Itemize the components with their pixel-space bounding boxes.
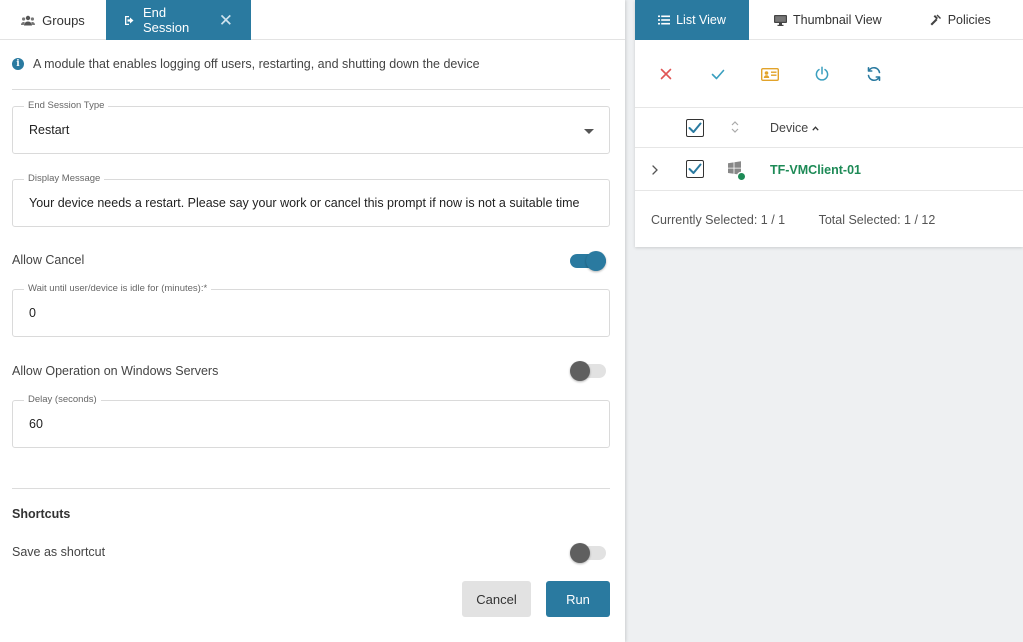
divider [12,89,610,90]
allow-cancel-toggle[interactable] [570,251,606,271]
tab-end-session-label: End Session [143,5,190,35]
refresh-icon[interactable] [864,65,884,83]
table-row[interactable]: TF-VMClient-01 [635,148,1023,191]
list-icon [658,15,671,25]
toggle-knob [570,361,590,381]
idle-wait-value: 0 [29,306,36,320]
tab-policies[interactable]: Policies [930,0,991,40]
toggle-knob [570,543,590,563]
table-header: Device [635,109,1023,148]
left-tab-bar: Groups End Session ✕ [0,0,625,40]
id-card-icon[interactable] [760,65,780,83]
allow-servers-toggle[interactable] [570,361,606,381]
tab-groups-label: Groups [42,12,85,28]
device-list-panel: List View Thumbnail View Policies Device… [635,0,1023,247]
tab-list-view-label: List View [676,13,726,27]
delay-label: Delay (seconds) [24,394,101,405]
close-icon[interactable]: ✕ [219,12,233,29]
display-message-field[interactable]: Display Message Your device needs a rest… [12,173,610,227]
toggle-knob [586,251,606,271]
save-shortcut-toggle[interactable] [570,543,606,563]
x-icon[interactable] [656,65,676,83]
tab-policies-label: Policies [947,13,991,27]
device-column-label: Device [770,121,809,135]
idle-wait-label: Wait until user/device is idle for (minu… [24,283,212,294]
idle-wait-field[interactable]: Wait until user/device is idle for (minu… [12,283,610,337]
total-selected-text: Total Selected: 1 / 12 [818,213,936,227]
device-column-header[interactable]: Device [770,121,819,135]
module-description: i A module that enables logging off user… [12,57,480,71]
end-session-panel: Groups End Session ✕ i A module that ena… [0,0,625,642]
delay-value: 60 [29,417,43,431]
tab-thumbnail-view[interactable]: Thumbnail View [774,0,882,40]
end-session-type-label: End Session Type [24,100,109,111]
info-icon: i [12,58,24,70]
divider [12,488,610,489]
chevron-right-icon[interactable] [652,163,658,178]
display-message-label: Display Message [24,173,105,184]
run-button[interactable]: Run [546,581,610,617]
allow-servers-label: Allow Operation on Windows Servers [12,364,219,378]
currently-selected-text: Currently Selected: 1 / 1 [651,213,786,227]
allow-cancel-label: Allow Cancel [12,253,85,267]
delay-field[interactable]: Delay (seconds) 60 [12,394,610,448]
select-all-checkbox[interactable] [686,119,704,137]
device-name-link[interactable]: TF-VMClient-01 [770,163,861,177]
end-session-type-value: Restart [29,123,70,137]
tab-list-view[interactable]: List View [635,0,749,40]
sort-icon[interactable] [731,120,739,137]
tab-end-session[interactable]: End Session ✕ [106,0,251,40]
end-session-type-select[interactable]: End Session Type Restart [12,100,610,154]
save-shortcut-label: Save as shortcut [12,545,106,559]
power-icon[interactable] [812,65,832,83]
monitor-icon [774,14,787,26]
hammer-icon [930,14,942,26]
sort-ascending-icon [812,125,819,131]
check-icon[interactable] [708,65,728,83]
cancel-button[interactable]: Cancel [462,581,531,617]
selection-summary: Currently Selected: 1 / 1 Total Selected… [651,213,935,227]
row-checkbox[interactable] [686,160,704,178]
tab-thumbnail-view-label: Thumbnail View [793,13,882,27]
logout-icon [124,15,136,26]
shortcuts-title: Shortcuts [12,507,71,521]
display-message-value: Your device needs a restart. Please say … [29,196,580,210]
tab-groups[interactable]: Groups [0,0,106,40]
device-toolbar [635,40,1023,108]
right-tab-bar: List View Thumbnail View Policies [635,0,1023,40]
people-icon [21,15,36,26]
chevron-down-icon[interactable] [584,129,594,134]
module-description-text: A module that enables logging off users,… [33,57,480,71]
windows-icon [728,161,747,184]
